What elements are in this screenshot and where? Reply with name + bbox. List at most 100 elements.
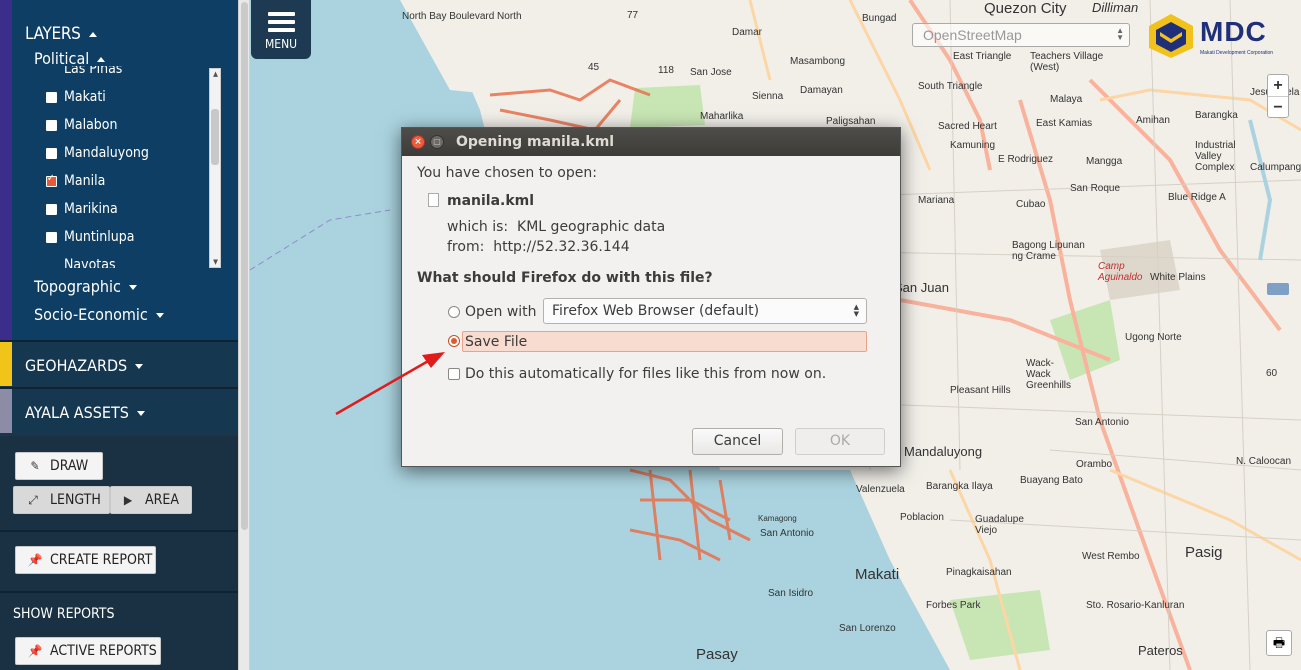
map-label: 77 [627, 10, 639, 21]
open-with-app-select[interactable]: Firefox Web Browser (default) ▲ ▼ [543, 298, 867, 324]
scrollbar-thumb[interactable] [211, 109, 219, 165]
map-label: Masambong [790, 56, 846, 67]
map-label: Calumpang [1250, 162, 1301, 173]
map-label: San Isidro [768, 588, 814, 599]
length-button[interactable]: ⤢ LENGTH [13, 486, 110, 514]
zoom-out-button[interactable]: − [1268, 96, 1288, 117]
open-with-label[interactable]: Open with [465, 304, 537, 320]
checkbox[interactable] [46, 119, 57, 131]
print-button[interactable]: 🖶 [1266, 630, 1292, 656]
map-label: San Juan [894, 280, 949, 295]
layer-item-makati[interactable]: Makati [46, 87, 106, 107]
layer-item-marikina[interactable]: Marikina [46, 199, 118, 219]
ayala-assets-toggle[interactable]: AYALA ASSETS [25, 403, 145, 422]
layer-item-mandaluyong[interactable]: Mandaluyong [46, 143, 149, 163]
mdc-logo: MDC Makati Development Corporation [1146, 12, 1296, 58]
close-icon[interactable]: × [411, 135, 425, 149]
map-label: Pinagkaisahan [946, 567, 1012, 578]
ok-button[interactable]: OK [795, 428, 885, 455]
layer-item-manila[interactable]: Manila [46, 171, 105, 191]
layer-item-navotas[interactable]: Navotas [46, 255, 116, 268]
map-label: Paligsahan [826, 116, 876, 127]
map-label: Forbes Park [926, 600, 981, 611]
map-label: Barangka [1195, 110, 1238, 121]
caret-up-icon [88, 31, 97, 37]
open-with-radio[interactable] [448, 306, 460, 318]
auto-label[interactable]: Do this automatically for files like thi… [465, 366, 826, 382]
select-arrows-icon: ▲ ▼ [853, 303, 859, 318]
map-label: White Plains [1150, 272, 1206, 283]
map-label: E Rodriguez [998, 154, 1054, 165]
map-label: San Jose [690, 67, 732, 78]
divider [0, 530, 238, 532]
map-label: Kamagong [758, 514, 797, 523]
create-report-button[interactable]: 📌 CREATE REPORT [15, 546, 156, 574]
print-icon: 🖶 [1272, 635, 1286, 650]
map-label: 60 [1266, 368, 1278, 379]
topographic-toggle[interactable]: Topographic [34, 277, 137, 296]
layer-label: Muntinlupa [64, 229, 135, 245]
socio-economic-toggle[interactable]: Socio-Economic [34, 305, 164, 324]
minimize-icon[interactable]: ▢ [430, 135, 444, 149]
map-side-handle[interactable] [1267, 283, 1289, 295]
political-layer-list: Las Piñas Makati Malabon Mandaluyong Man… [12, 66, 220, 268]
layer-label: Malabon [64, 117, 118, 133]
geohazards-section[interactable]: GEOHAZARDS [0, 340, 238, 386]
checkbox[interactable] [46, 231, 57, 243]
dialog-titlebar[interactable]: × ▢ Opening manila.kml [402, 128, 900, 156]
layers-toggle[interactable]: LAYERS [25, 24, 97, 44]
map-label: Amihan [1136, 115, 1170, 126]
layer-item-las-pinas[interactable]: Las Piñas [46, 66, 122, 79]
map-label: Kamuning [950, 140, 996, 151]
map-label: Mangga [1086, 156, 1123, 167]
map-label: Pasay [696, 646, 738, 663]
geohazards-label: GEOHAZARDS [25, 356, 128, 375]
map-label: Pateros [1138, 643, 1183, 658]
map-label: Dilliman [1092, 0, 1139, 15]
create-report-label: CREATE REPORT [50, 552, 153, 568]
scroll-down-icon[interactable]: ▼ [211, 258, 220, 266]
pin-icon: 📌 [27, 644, 43, 658]
checkbox-checked[interactable] [46, 173, 57, 187]
caret-down-icon [136, 411, 145, 416]
map-label: Mariana [918, 195, 955, 206]
question-label: What should Firefox do with this file? [417, 270, 713, 286]
map-label: Cubao [1016, 199, 1046, 210]
which-is-value: KML geographic data [517, 219, 666, 235]
map-label: East Triangle [953, 51, 1012, 62]
sidebar-scrollbar[interactable] [238, 0, 250, 670]
menu-label: MENU [264, 37, 298, 51]
layer-list-scrollbar[interactable]: ▲ ▼ [209, 68, 221, 268]
area-button[interactable]: ▶ AREA [110, 486, 192, 514]
map-label: Industrial Valley Complex [1195, 140, 1236, 173]
map-label: Sienna [752, 91, 784, 102]
map-label: Sto. Rosario-Kanluran [1086, 600, 1185, 611]
map-label: Orambo [1076, 459, 1113, 470]
layers-title: LAYERS [25, 24, 81, 44]
layer-item-muntinlupa[interactable]: Muntinlupa [46, 227, 134, 247]
map-label: Damayan [800, 85, 843, 96]
caret-down-icon [128, 285, 137, 290]
save-file-option[interactable]: Save File [462, 331, 867, 352]
layer-item-malabon[interactable]: Malabon [46, 115, 118, 135]
zoom-in-button[interactable]: + [1268, 75, 1288, 96]
map-label: West Rembo [1082, 551, 1140, 562]
ayala-assets-section[interactable]: AYALA ASSETS [0, 387, 238, 433]
map-label: Valenzuela [856, 484, 905, 495]
base-layer-select[interactable]: OpenStreetMap ▲ ▼ [912, 23, 1130, 47]
area-label: AREA [145, 492, 179, 508]
checkbox[interactable] [46, 147, 57, 159]
checkbox[interactable] [46, 203, 57, 215]
scroll-up-icon[interactable]: ▲ [211, 70, 220, 78]
draw-button[interactable]: ✎ DRAW [15, 452, 103, 480]
scrollbar-thumb[interactable] [241, 2, 248, 530]
map-label: East Kamias [1036, 118, 1093, 129]
layer-label: Navotas [64, 257, 116, 268]
cancel-button[interactable]: Cancel [692, 428, 783, 455]
checkbox[interactable] [46, 91, 57, 103]
menu-button[interactable]: MENU [251, 0, 311, 59]
geohazards-toggle[interactable]: GEOHAZARDS [25, 356, 144, 375]
active-reports-button[interactable]: 📌 ACTIVE REPORTS [15, 637, 161, 665]
file-type-label: which is: KML geographic data [447, 219, 665, 235]
file-icon [428, 193, 439, 207]
